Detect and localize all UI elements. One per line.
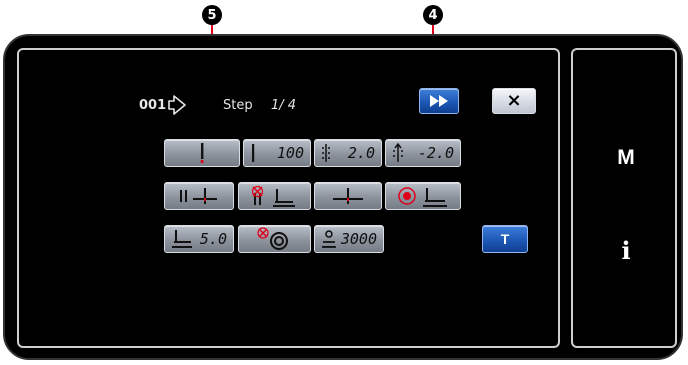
operation-panel: T M 001 Step 1/ 4 × 100 2.0 <box>3 34 683 360</box>
reverse-stitch-value: -2.0 <box>417 144 454 162</box>
stitch-length-button[interactable]: 2.0 <box>314 139 382 167</box>
main-screen: 001 Step 1/ 4 × 100 2.0 -2.0 5.0 3000 T <box>17 48 560 348</box>
step-forward-icon <box>168 95 186 115</box>
thread-tension-off-button[interactable] <box>238 225 311 253</box>
fast-forward-icon <box>430 95 448 107</box>
needle-stop-position-button[interactable] <box>314 182 382 210</box>
needle-icon <box>200 143 204 163</box>
stitch-count-value: 100 <box>276 144 304 162</box>
needle-setting-button[interactable] <box>164 139 240 167</box>
presser-height-button[interactable]: 5.0 <box>164 225 234 253</box>
max-speed-button[interactable]: 3000 <box>314 225 384 253</box>
info-key[interactable]: i <box>573 236 679 265</box>
presser-up-button[interactable] <box>385 182 461 210</box>
reverse-stitch-icon <box>393 143 403 162</box>
stitch-count-button[interactable]: 100 <box>243 139 311 167</box>
close-button[interactable]: × <box>492 88 536 114</box>
thread-trim-icon <box>180 188 217 204</box>
needle-icon <box>252 144 255 162</box>
stitch-length-value: 2.0 <box>347 144 375 162</box>
reverse-stitch-button[interactable]: -2.0 <box>385 139 461 167</box>
step-label: Step <box>223 98 253 113</box>
close-icon: × <box>506 90 522 111</box>
callout-4: 4 <box>423 5 443 25</box>
presser-up-icon <box>398 187 447 207</box>
callout-5: 5 <box>202 5 222 25</box>
thread-tension-off-icon <box>256 227 288 250</box>
step-value: 1/ 4 <box>271 98 297 113</box>
side-key-panel: M i <box>571 48 677 348</box>
next-step-button[interactable] <box>419 88 459 114</box>
mode-key-m[interactable]: M <box>573 146 679 170</box>
stitch-length-icon <box>322 144 330 162</box>
max-speed-value: 3000 <box>340 230 377 248</box>
presser-height-value: 5.0 <box>199 230 227 248</box>
pattern-number: 001 <box>139 98 167 113</box>
presser-lift-off-button[interactable] <box>238 182 311 210</box>
presser-foot-icon <box>172 230 192 248</box>
t-button[interactable]: T <box>482 225 528 253</box>
presser-lift-off-icon <box>251 185 295 207</box>
t-button-label: T <box>500 231 510 247</box>
needle-stop-icon <box>333 188 363 204</box>
thread-trim-button[interactable] <box>164 182 234 210</box>
speed-icon <box>321 230 336 248</box>
